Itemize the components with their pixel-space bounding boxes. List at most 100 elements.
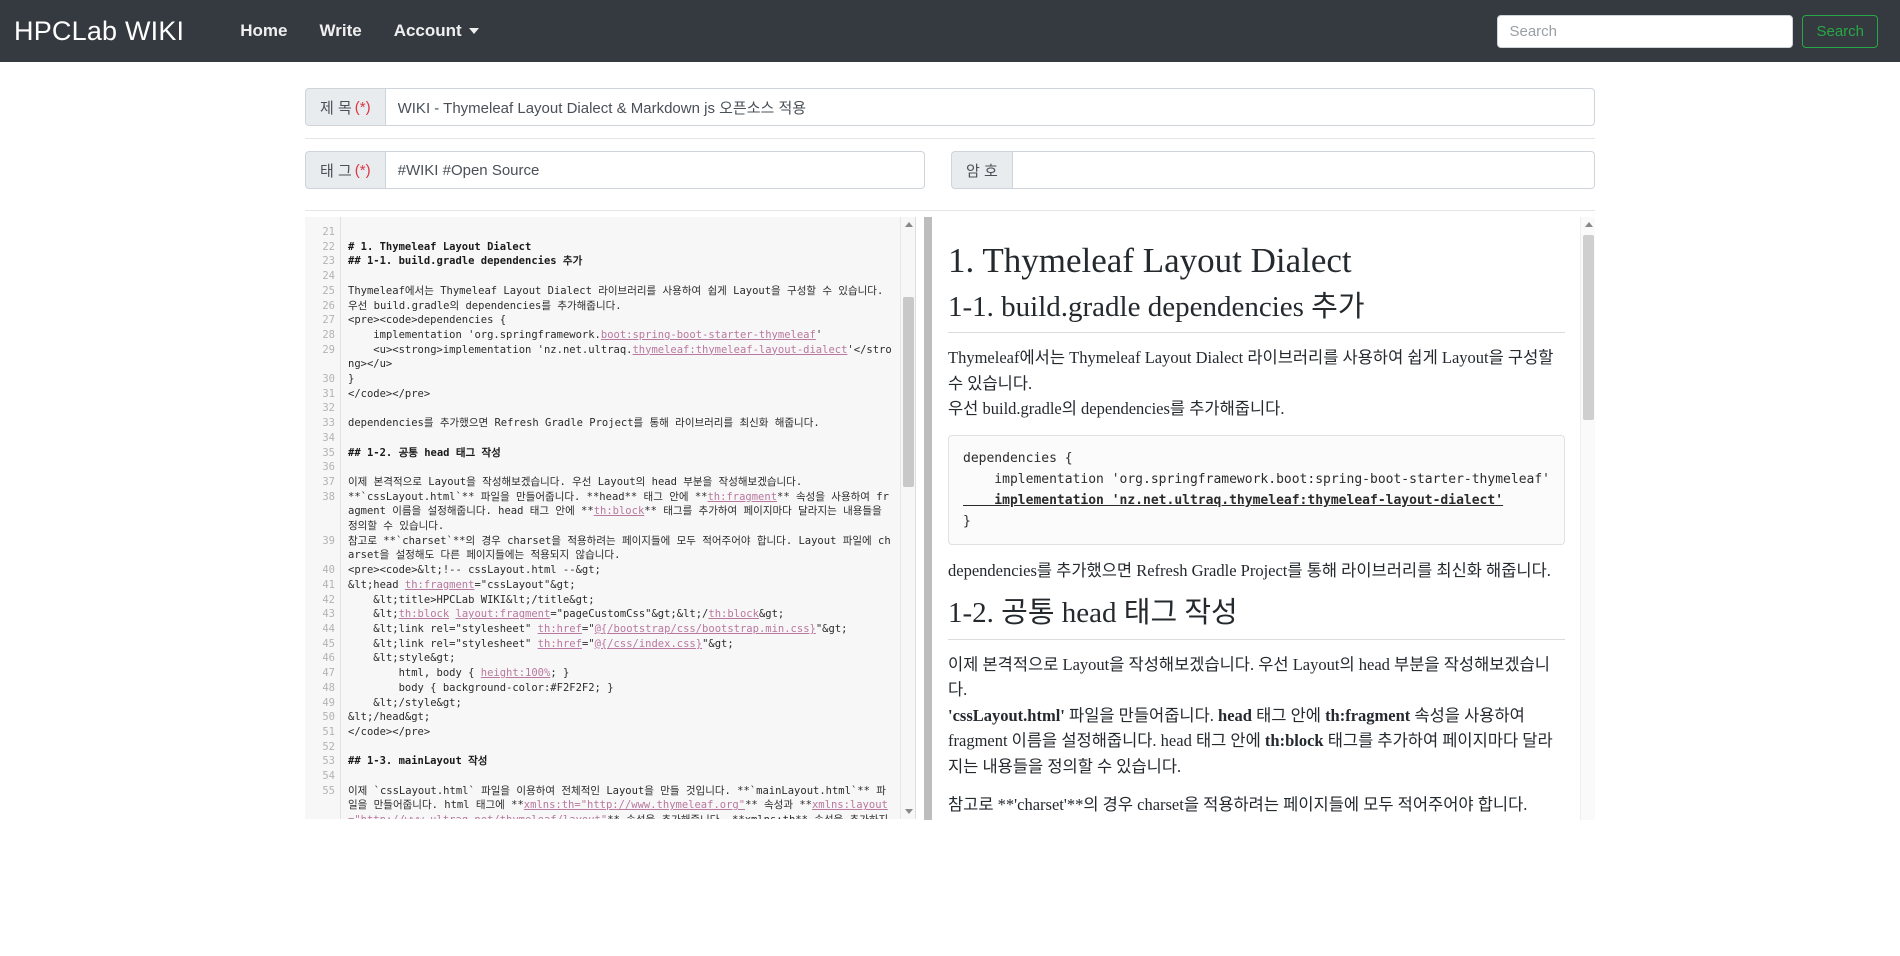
editor-line — [348, 269, 893, 284]
editor-line: <u><strong>implementation 'nz.net.ultraq… — [348, 343, 893, 372]
editor-line-number: 32 — [305, 401, 335, 416]
preview-p3-b1: 'cssLayout.html' — [948, 706, 1065, 725]
editor-line: <pre><code>dependencies { — [348, 313, 893, 328]
editor-line-number: 36 — [305, 460, 335, 475]
editor-line-number: 24 — [305, 269, 335, 284]
preview-scroll-thumb[interactable] — [1583, 235, 1594, 420]
editor-line: 이제 본격적으로 Layout을 작성해보겠습니다. 우선 Layout의 he… — [348, 475, 893, 490]
editor-line: &lt;head th:fragment="cssLayout"&gt; — [348, 578, 893, 593]
password-input[interactable] — [1012, 151, 1595, 189]
top-navbar: HPCLab WIKI Home Write Account Search — [0, 0, 1900, 62]
brand-logo[interactable]: HPCLab WIKI — [14, 16, 184, 47]
editor-line-number: 30 — [305, 372, 335, 387]
tag-password-row: 태 그 (*) 암 호 — [305, 139, 1595, 201]
search-input[interactable] — [1497, 15, 1793, 48]
preview-p3-b3: th:fragment — [1325, 706, 1410, 725]
editor-line — [348, 460, 893, 475]
nav-item-account[interactable]: Account — [378, 13, 495, 49]
preview-paragraph-3: 이제 본격적으로 Layout을 작성해보겠습니다. 우선 Layout의 he… — [948, 652, 1565, 780]
markdown-preview: 1. Thymeleaf Layout Dialect 1-1. build.g… — [942, 217, 1595, 819]
editor-line: # 1. Thymeleaf Layout Dialect — [348, 240, 893, 255]
editor-line — [348, 769, 893, 784]
password-group: 암 호 — [951, 151, 1595, 189]
preview-paragraph-2: dependencies를 추가했으면 Refresh Gradle Proje… — [948, 558, 1565, 584]
markdown-editor[interactable]: 2122232425262728293031323334353637383940… — [305, 217, 916, 819]
preview-heading-1-1: 1-1. build.gradle dependencies 추가 — [948, 289, 1565, 333]
editor-line-number: 49 — [305, 696, 335, 711]
editor-line-number: 46 — [305, 651, 335, 666]
chevron-down-icon — [469, 28, 479, 34]
nav-item-write[interactable]: Write — [304, 13, 378, 49]
editor-line-number: 27 — [305, 313, 335, 328]
editor-line-number: 44 — [305, 622, 335, 637]
editor-preview-split: 2122232425262728293031323334353637383940… — [305, 210, 1595, 820]
navbar-search-form: Search — [1497, 15, 1886, 48]
editor-line-numbers: 2122232425262728293031323334353637383940… — [305, 217, 341, 819]
tag-input[interactable] — [385, 151, 925, 189]
editor-line-number: 28 — [305, 328, 335, 343]
preview-p3-line1: 이제 본격적으로 Layout을 작성해보겠습니다. 우선 Layout의 he… — [948, 655, 1550, 700]
editor-line: &lt;link rel="stylesheet" th:href="@{/bo… — [348, 622, 893, 637]
editor-line-number: 45 — [305, 637, 335, 652]
editor-line: &lt;style&gt; — [348, 651, 893, 666]
editor-line: <pre><code>&lt;!-- cssLayout.html --&gt; — [348, 563, 893, 578]
editor-line-number: 34 — [305, 431, 335, 446]
password-label-text: 암 호 — [966, 160, 998, 181]
code1-l4: } — [963, 514, 971, 529]
editor-line-number: 26 — [305, 299, 335, 314]
editor-line: </code></pre> — [348, 387, 893, 402]
editor-line-number: 51 — [305, 725, 335, 740]
editor-line: implementation 'org.springframework.boot… — [348, 328, 893, 343]
tag-col: 태 그 (*) — [305, 139, 925, 201]
editor-line-number: 21 — [305, 225, 335, 240]
editor-line-number: 25 — [305, 284, 335, 299]
editor-line — [348, 431, 893, 446]
editor-line: } — [348, 372, 893, 387]
preview-scroll-up-icon[interactable] — [1581, 217, 1596, 232]
editor-line-number: 48 — [305, 681, 335, 696]
content-container: 제 목 (*) 태 그 (*) 암 호 — [305, 62, 1595, 820]
tag-label-text: 태 그 — [320, 160, 352, 181]
preview-p3-t2: 태그 안에 — [1252, 706, 1325, 725]
editor-line: Thymeleaf에서는 Thymeleaf Layout Dialect 라이… — [348, 284, 893, 299]
editor-line: html, body { height:100%; } — [348, 666, 893, 681]
editor-line-number: 47 — [305, 666, 335, 681]
editor-line: 우선 build.gradle의 dependencies를 추가해줍니다. — [348, 299, 893, 314]
editor-line — [348, 225, 893, 240]
editor-scrollbar[interactable] — [900, 217, 915, 819]
page-body: 제 목 (*) 태 그 (*) 암 호 — [0, 62, 1900, 956]
editor-line: </code></pre> — [348, 725, 893, 740]
title-row: 제 목 (*) — [305, 88, 1595, 126]
editor-line-number: 50 — [305, 710, 335, 725]
editor-line-number: 22 — [305, 240, 335, 255]
editor-line-number: 37 — [305, 475, 335, 490]
editor-line: &lt;title>HPCLab WIKI&lt;/title&gt; — [348, 593, 893, 608]
title-input[interactable] — [385, 88, 1595, 126]
editor-line-number: 43 — [305, 607, 335, 622]
editor-line-number: 39 — [305, 534, 335, 563]
editor-line-number: 23 — [305, 254, 335, 269]
title-label-text: 제 목 — [320, 97, 352, 118]
tag-group: 태 그 (*) — [305, 151, 925, 189]
preview-scrollbar[interactable] — [1580, 217, 1595, 820]
editor-pane: 2122232425262728293031323334353637383940… — [305, 211, 924, 820]
preview-pane: 1. Thymeleaf Layout Dialect 1-1. build.g… — [924, 211, 1595, 820]
code1-l1: dependencies { — [963, 451, 1073, 466]
editor-line: &lt;link rel="stylesheet" th:href="@{/cs… — [348, 637, 893, 652]
nav-item-home[interactable]: Home — [224, 13, 303, 49]
editor-scroll-thumb[interactable] — [903, 297, 914, 487]
preview-p1-line2: 우선 build.gradle의 dependencies를 추가해줍니다. — [948, 399, 1284, 418]
preview-paragraph-4: 참고로 **'charset'**의 경우 charset을 적용하려는 페이지… — [948, 792, 1565, 820]
search-button[interactable]: Search — [1802, 15, 1878, 48]
scroll-down-icon[interactable] — [901, 804, 916, 819]
preview-p1-line1: Thymeleaf에서는 Thymeleaf Layout Dialect 라이… — [948, 348, 1553, 393]
editor-line-number: 40 — [305, 563, 335, 578]
password-col: 암 호 — [951, 139, 1595, 201]
preview-p3-b4: th:block — [1265, 731, 1324, 750]
nav-item-account-label: Account — [394, 21, 462, 41]
scroll-up-icon[interactable] — [901, 217, 916, 232]
preview-heading-1: 1. Thymeleaf Layout Dialect — [948, 239, 1565, 283]
editor-code-content[interactable]: # 1. Thymeleaf Layout Dialect## 1-1. bui… — [342, 217, 893, 819]
editor-line: dependencies를 추가했으면 Refresh Gradle Proje… — [348, 416, 893, 431]
editor-line: 참고로 **`charset`**의 경우 charset을 적용하려는 페이지… — [348, 534, 893, 563]
